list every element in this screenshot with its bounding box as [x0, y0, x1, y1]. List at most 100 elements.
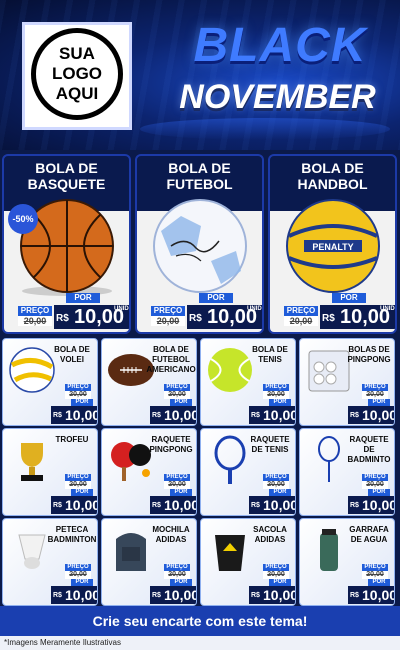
product-name: RAQUETE PINGPONG — [149, 435, 193, 454]
product-name: SACOLA ADIDAS — [253, 525, 287, 544]
new-price-label: POR — [170, 399, 192, 406]
new-price-box: R$ 10,00 — [249, 406, 296, 424]
product-card[interactable]: BOLAS DE PINGPONG PREÇO 20,00 POR R$ 10,… — [299, 338, 395, 426]
logo-text-line-2: LOGO — [51, 64, 103, 83]
new-price-box: R$ 10,00 UNID — [54, 305, 129, 329]
new-price-box: R$ 10,00 — [150, 586, 197, 604]
new-price-label: POR — [368, 399, 390, 406]
featured-title: BOLA DE BASQUETE — [27, 160, 106, 192]
old-price: 20,00 — [164, 391, 190, 399]
new-price-label: POR — [66, 293, 100, 303]
old-price: 20,00 — [151, 316, 185, 326]
old-price-label: PREÇO — [362, 474, 388, 481]
product-card[interactable]: BOLA DE TENIS PREÇO 20,00 POR R$ 10,00 — [200, 338, 296, 426]
product-name: BOLA DE VOLEI — [54, 345, 90, 364]
new-price-label: POR — [71, 399, 93, 406]
old-price: 20,00 — [362, 481, 388, 489]
old-price: 20,00 — [263, 481, 289, 489]
product-name: BOLA DE FUTEBOL AMERICANO — [146, 345, 196, 374]
old-price-label: PREÇO — [151, 306, 185, 316]
featured-title: BOLA DE HANDBOL — [297, 160, 368, 192]
cta-banner[interactable]: Crie seu encarte com este tema! — [0, 606, 400, 636]
product-card[interactable]: GARRAFA DE AGUA PREÇO 20,00 POR R$ 10,00 — [299, 518, 395, 606]
product-card[interactable]: BOLA DE FUTEBOL AMERICANO PREÇO 20,00 PO… — [101, 338, 197, 426]
product-name: MOCHILA ADIDAS — [152, 525, 190, 544]
featured-card[interactable]: BOLA DE BASQUETE -50% POR PREÇO 20,00 R$… — [2, 154, 131, 334]
new-price-box: R$ 10,00 — [249, 496, 296, 514]
new-price-box: R$ 10,00 — [51, 496, 98, 514]
new-price-box: R$ 10,00 UNID — [187, 305, 262, 329]
product-name: BOLAS DE PINGPONG — [347, 345, 391, 364]
new-price-box: R$ 10,00 — [249, 586, 296, 604]
product-name: RAQUETE DE BADMINTO — [347, 435, 391, 464]
logo-text-line-3: AQUI — [55, 84, 99, 103]
new-price-label: POR — [269, 579, 291, 586]
title-black: BLACK — [193, 19, 367, 72]
product-card[interactable]: MOCHILA ADIDAS PREÇO 20,00 POR R$ 10,00 — [101, 518, 197, 606]
disclaimer-text: *Imagens Meramente Ilustrativas — [0, 636, 400, 650]
old-price-label: PREÇO — [18, 306, 52, 316]
new-price-label: POR — [170, 489, 192, 496]
product-name: GARRAFA DE AGUA — [349, 525, 389, 544]
new-price-label: POR — [71, 579, 93, 586]
featured-title: BOLA DE FUTEBOL — [166, 160, 233, 192]
new-price-label: POR — [170, 579, 192, 586]
title-november: NOVEMBER — [179, 78, 376, 116]
new-price-label: POR — [368, 489, 390, 496]
product-card[interactable]: RAQUETE DE BADMINTO PREÇO 20,00 POR R$ 1… — [299, 428, 395, 516]
new-price-label: POR — [199, 293, 233, 303]
old-price: 20,00 — [164, 571, 190, 579]
product-name: RAQUETE DE TENIS — [250, 435, 290, 454]
old-price: 20,00 — [362, 391, 388, 399]
new-price-box: R$ 10,00 — [150, 406, 197, 424]
featured-card[interactable]: BOLA DE FUTEBOL POR PREÇO 20,00 R$ 10,00… — [135, 154, 264, 334]
discount-badge: -50% — [8, 204, 38, 234]
new-price-box: R$ 10,00 — [51, 586, 98, 604]
new-price-label: POR — [269, 489, 291, 496]
svg-text:PENALTY: PENALTY — [312, 242, 353, 252]
new-price-box: R$ 10,00 — [51, 406, 98, 424]
product-card[interactable]: BOLA DE VOLEI PREÇO 20,00 POR R$ 10,00 — [2, 338, 98, 426]
old-price-label: PREÇO — [164, 564, 190, 571]
old-price: 20,00 — [65, 481, 91, 489]
logo-text-line-1: SUA — [59, 44, 95, 63]
new-price-box: R$ 10,00 — [348, 406, 395, 424]
product-name: BOLA DE TENIS — [252, 345, 288, 364]
old-price-label: PREÇO — [164, 384, 190, 391]
handball-icon: PENALTY — [274, 196, 392, 301]
product-card[interactable]: RAQUETE DE TENIS PREÇO 20,00 POR R$ 10,0… — [200, 428, 296, 516]
new-price-box: R$ 10,00 UNID — [320, 305, 395, 329]
old-price-label: PREÇO — [362, 564, 388, 571]
product-card[interactable]: SACOLA ADIDAS PREÇO 20,00 POR R$ 10,00 — [200, 518, 296, 606]
old-price-label: PREÇO — [263, 474, 289, 481]
old-price-label: PREÇO — [164, 474, 190, 481]
featured-card[interactable]: BOLA DE HANDBOL PENALTY POR PREÇO 20,00 … — [268, 154, 397, 334]
old-price-label: PREÇO — [65, 474, 91, 481]
new-price-label: POR — [368, 579, 390, 586]
old-price-label: PREÇO — [362, 384, 388, 391]
new-price-label: POR — [269, 399, 291, 406]
product-name: PETECA BADMINTON — [47, 525, 97, 544]
product-card[interactable]: TROFEU PREÇO 20,00 POR R$ 10,00 — [2, 428, 98, 516]
old-price: 20,00 — [65, 571, 91, 579]
new-price-label: POR — [332, 293, 366, 303]
product-name: TROFEU — [55, 435, 89, 444]
new-price-box: R$ 10,00 — [348, 496, 395, 514]
old-price: 20,00 — [164, 481, 190, 489]
old-price-label: PREÇO — [65, 384, 91, 391]
old-price: 20,00 — [362, 571, 388, 579]
soccer-ball-icon — [141, 196, 259, 301]
old-price: 20,00 — [263, 391, 289, 399]
old-price-label: PREÇO — [263, 384, 289, 391]
new-price-box: R$ 10,00 — [150, 496, 197, 514]
logo-placeholder[interactable]: SUA LOGO AQUI — [31, 28, 123, 120]
product-card[interactable]: RAQUETE PINGPONG PREÇO 20,00 POR R$ 10,0… — [101, 428, 197, 516]
old-price: 20,00 — [18, 316, 52, 326]
new-price-box: R$ 10,00 — [348, 586, 395, 604]
new-price-label: POR — [71, 489, 93, 496]
old-price: 20,00 — [263, 571, 289, 579]
header-glow — [140, 118, 390, 140]
old-price: 20,00 — [65, 391, 91, 399]
old-price-label: PREÇO — [284, 306, 318, 316]
product-card[interactable]: PETECA BADMINTON PREÇO 20,00 POR R$ 10,0… — [2, 518, 98, 606]
